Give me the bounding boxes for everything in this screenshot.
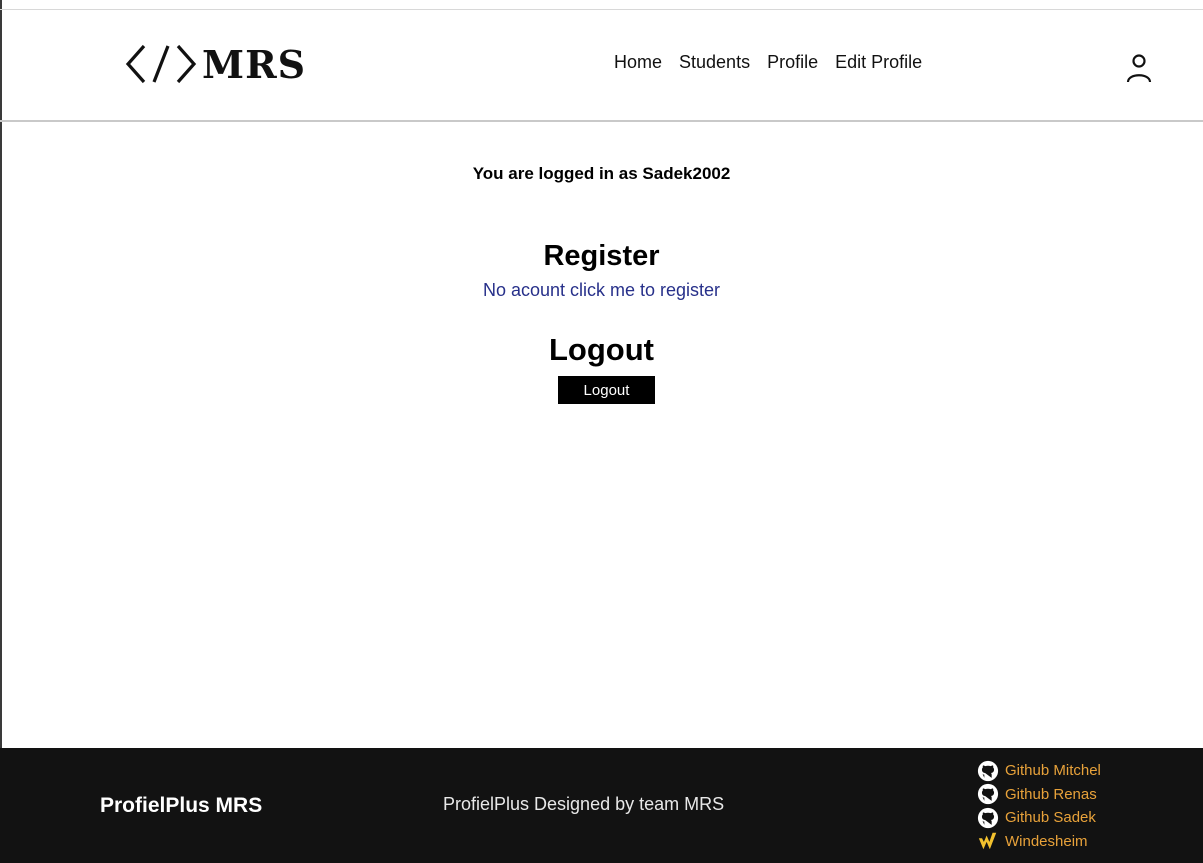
- nav-home[interactable]: Home: [614, 52, 662, 73]
- site-footer: ProfielPlus MRS ProfielPlus Designed by …: [0, 748, 1203, 863]
- github-renas-link[interactable]: Github Renas: [977, 783, 1101, 807]
- github-icon: [977, 760, 999, 781]
- windesheim-label: Windesheim: [1005, 832, 1088, 850]
- nav-edit-profile[interactable]: Edit Profile: [835, 52, 922, 73]
- site-header: MRS Home Students Profile Edit Profile: [0, 10, 1203, 122]
- footer-credit: ProfielPlus Designed by team MRS: [443, 794, 725, 814]
- github-icon: [977, 784, 999, 805]
- user-account-button[interactable]: [1124, 52, 1154, 86]
- footer-links: Github Mitchel Github Renas Github Sadek…: [977, 759, 1101, 853]
- github-icon: [977, 807, 999, 828]
- user-icon: [1126, 54, 1152, 83]
- register-heading: Register: [543, 240, 660, 272]
- github-sadek-link[interactable]: Github Sadek: [977, 806, 1101, 830]
- logo-text: MRS: [202, 41, 307, 87]
- nav-students[interactable]: Students: [679, 52, 750, 73]
- nav-profile[interactable]: Profile: [767, 52, 818, 73]
- windesheim-icon: [978, 833, 997, 850]
- main-content: You are logged in as Sadek2002 Register …: [0, 122, 1203, 748]
- github-sadek-label: Github Sadek: [1005, 809, 1096, 827]
- windesheim-link[interactable]: Windesheim: [977, 830, 1101, 854]
- logout-button[interactable]: Logout: [558, 376, 655, 404]
- github-mitchel-link[interactable]: Github Mitchel: [977, 759, 1101, 783]
- footer-brand: ProfielPlus MRS: [100, 794, 263, 817]
- main-nav: Home Students Profile Edit Profile: [614, 52, 922, 73]
- login-status: You are logged in as Sadek2002: [472, 164, 731, 183]
- github-mitchel-label: Github Mitchel: [1005, 762, 1101, 780]
- logo[interactable]: MRS: [124, 38, 306, 90]
- logout-heading: Logout: [548, 332, 654, 367]
- register-link[interactable]: No acount click me to register: [0, 280, 1203, 301]
- github-renas-label: Github Renas: [1005, 785, 1097, 803]
- code-icon: [125, 44, 197, 84]
